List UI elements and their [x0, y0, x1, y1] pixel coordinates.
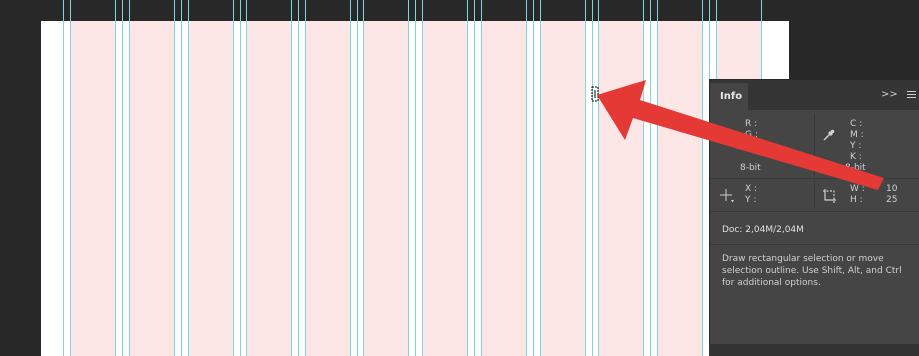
guide-line[interactable]: [650, 0, 651, 356]
guide-line[interactable]: [129, 0, 130, 356]
guide-line[interactable]: [298, 0, 299, 356]
panel-menu-icon[interactable]: [907, 90, 916, 99]
position-x-label: X :: [745, 184, 758, 194]
divider: [710, 244, 919, 245]
guide-line[interactable]: [592, 0, 593, 356]
guide-line[interactable]: [415, 0, 416, 356]
cmyk-bitdepth: 8-bit: [845, 163, 866, 173]
position-y-label: Y :: [745, 195, 757, 205]
grid-column: [70, 21, 115, 356]
guide-line[interactable]: [305, 0, 306, 356]
size-w-label: W :: [850, 184, 865, 194]
rgb-bitdepth: 8-bit: [740, 163, 761, 173]
guide-line[interactable]: [174, 0, 175, 356]
guide-line[interactable]: [181, 0, 182, 356]
size-h-label: H :: [850, 195, 863, 205]
divider: [710, 178, 919, 179]
grid-column: [246, 21, 291, 356]
panel-tabbar: Info >>: [710, 80, 919, 110]
guide-line[interactable]: [467, 0, 468, 356]
panel-controls: >>: [881, 89, 916, 101]
guide-line[interactable]: [540, 0, 541, 356]
size-w-value: 10: [886, 184, 898, 194]
cmyk-k-label: K :: [850, 152, 862, 162]
grid-column: [188, 21, 233, 356]
grid-column: [129, 21, 174, 356]
divider: [814, 114, 815, 176]
guide-line[interactable]: [70, 0, 71, 356]
grid-column: [305, 21, 350, 356]
grid-column: [363, 21, 408, 356]
grid-column: [657, 21, 702, 356]
guide-line[interactable]: [350, 0, 351, 356]
guide-line[interactable]: [702, 0, 703, 356]
guide-line[interactable]: [481, 0, 482, 356]
grid-column: [598, 21, 643, 356]
divider: [814, 180, 815, 208]
guide-line[interactable]: [188, 0, 189, 356]
crosshair-icon: [720, 189, 734, 203]
size-h-value: 25: [886, 195, 898, 205]
info-panel: Info >> R : G : 8-bit C : M : Y : K : 8-…: [709, 79, 919, 345]
guide-line[interactable]: [122, 0, 123, 356]
guide-line[interactable]: [585, 0, 586, 356]
guide-line[interactable]: [657, 0, 658, 356]
cmyk-c-label: C :: [850, 119, 863, 129]
expand-button[interactable]: >>: [881, 89, 898, 100]
guide-line[interactable]: [643, 0, 644, 356]
cmyk-y-label: Y :: [850, 141, 862, 151]
guide-line[interactable]: [63, 0, 64, 356]
guide-line[interactable]: [291, 0, 292, 356]
tab-info[interactable]: Info: [710, 83, 748, 110]
guide-line[interactable]: [115, 0, 116, 356]
guide-line[interactable]: [233, 0, 234, 356]
guide-line[interactable]: [240, 0, 241, 356]
selection-size-icon: [823, 189, 836, 203]
guide-line[interactable]: [246, 0, 247, 356]
guide-line[interactable]: [422, 0, 423, 356]
doc-size: Doc: 2,04M/2,04M: [722, 225, 804, 235]
grid-column: [422, 21, 467, 356]
divider: [710, 211, 919, 212]
guide-line[interactable]: [533, 0, 534, 356]
rgb-g-label: G :: [745, 130, 758, 140]
grid-column: [481, 21, 526, 356]
tool-hint: Draw rectangular selection or move selec…: [722, 254, 902, 288]
move-cursor-icon: [591, 86, 599, 102]
panel-footer: [709, 344, 919, 356]
guide-line[interactable]: [598, 0, 599, 356]
guide-line[interactable]: [408, 0, 409, 356]
rgb-r-label: R :: [745, 119, 758, 129]
guide-line[interactable]: [474, 0, 475, 356]
grid-column: [540, 21, 585, 356]
eyedropper-icon: [823, 129, 835, 141]
guide-line[interactable]: [526, 0, 527, 356]
guide-line[interactable]: [357, 0, 358, 356]
guide-line[interactable]: [363, 0, 364, 356]
cmyk-m-label: M :: [850, 130, 864, 140]
